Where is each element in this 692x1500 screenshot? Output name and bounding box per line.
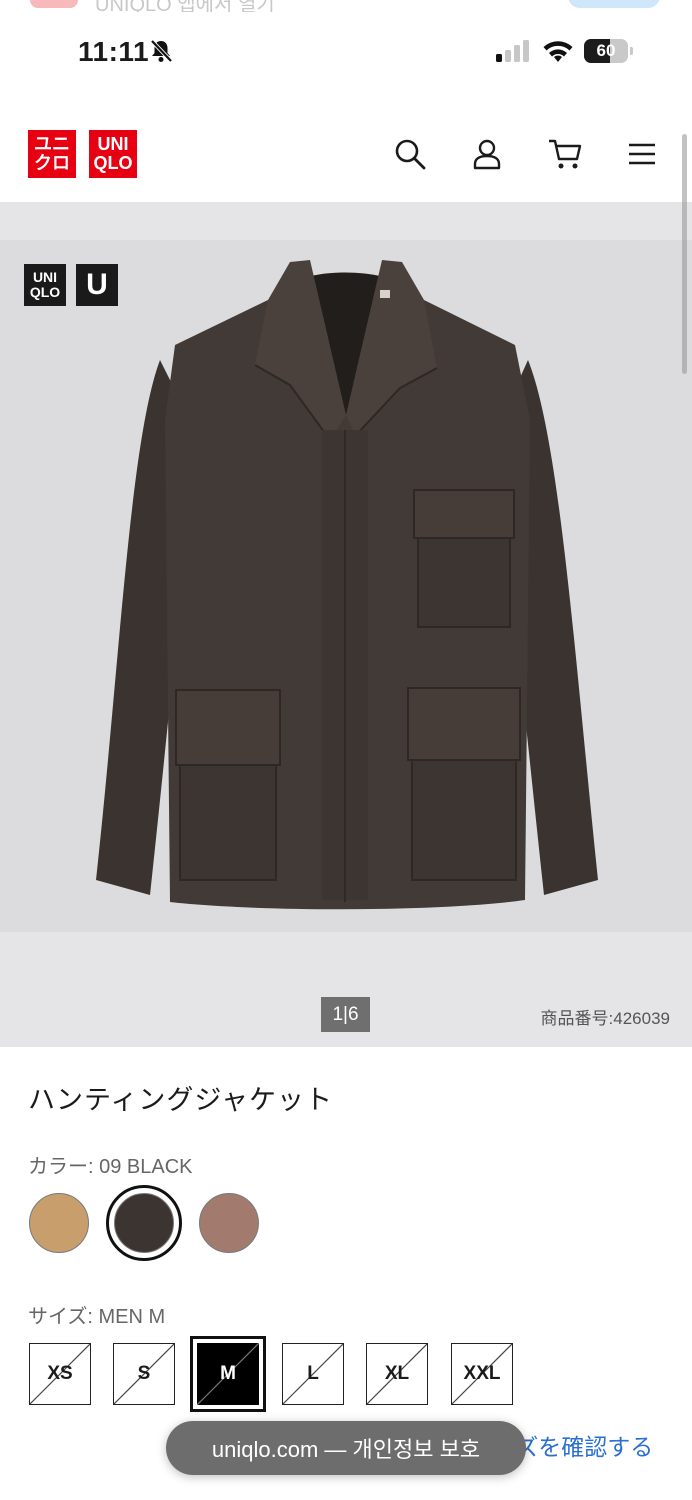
size-option-xs[interactable]: XS (29, 1343, 91, 1405)
account-button[interactable] (467, 134, 507, 174)
cart-icon (549, 139, 582, 169)
size-option-m[interactable]: M (190, 1336, 266, 1412)
status-time: 11:11 (78, 36, 150, 67)
uniqlo-logo[interactable]: UNI QLO (89, 130, 137, 178)
hunting-jacket-image (96, 260, 598, 910)
app-icon (30, 0, 78, 8)
account-icon (473, 139, 501, 170)
site-header: ユニ クロ UNI QLO (0, 100, 692, 202)
size-option-s[interactable]: S (113, 1343, 175, 1405)
size-option-xl[interactable]: XL (366, 1343, 428, 1405)
notification-text: UNIQLO 앱에서 열기 (95, 0, 275, 12)
cellular-signal-icon (496, 40, 529, 62)
product-number: 商品番号:426039 (540, 1009, 670, 1028)
size-option-m-fill: M (197, 1343, 259, 1405)
wifi-icon (543, 41, 573, 62)
search-button[interactable] (390, 134, 430, 174)
menu-button[interactable] (622, 134, 662, 174)
color-swatch-brown[interactable] (199, 1193, 259, 1253)
status-bar: 11:11 60 (0, 28, 692, 74)
product-title: ハンティングジャケット (28, 1085, 334, 1115)
browser-url-pill[interactable]: uniqlo.com — 개인정보 보호 (166, 1421, 526, 1475)
size-option-l[interactable]: L (282, 1343, 344, 1405)
color-label: カラー: 09 BLACK (28, 1156, 193, 1178)
uniqlo-logo-katakana[interactable]: ユニ クロ (28, 130, 76, 178)
cart-button[interactable] (545, 134, 585, 174)
color-swatch-black[interactable] (114, 1193, 174, 1253)
notification-banner[interactable]: UNIQLO 앱에서 열기 (0, 0, 692, 12)
search-icon (395, 139, 426, 170)
image-counter: 1|6 (321, 997, 370, 1032)
battery-icon: 60 (584, 39, 628, 63)
product-image[interactable]: UNI QLO U (0, 240, 692, 932)
product-gallery[interactable]: UNI QLO U 1|6 商品番号:426039 (0, 202, 692, 1047)
size-label: サイズ: MEN M (28, 1306, 166, 1328)
scrollbar[interactable] (682, 134, 687, 374)
battery-text: 60 (596, 41, 616, 60)
menu-icon (629, 143, 655, 165)
open-button[interactable] (568, 0, 660, 8)
battery-tip (630, 47, 633, 55)
color-swatch-camel[interactable] (29, 1193, 89, 1253)
bell-muted-icon (150, 39, 173, 63)
size-option-xxl[interactable]: XXL (451, 1343, 513, 1405)
